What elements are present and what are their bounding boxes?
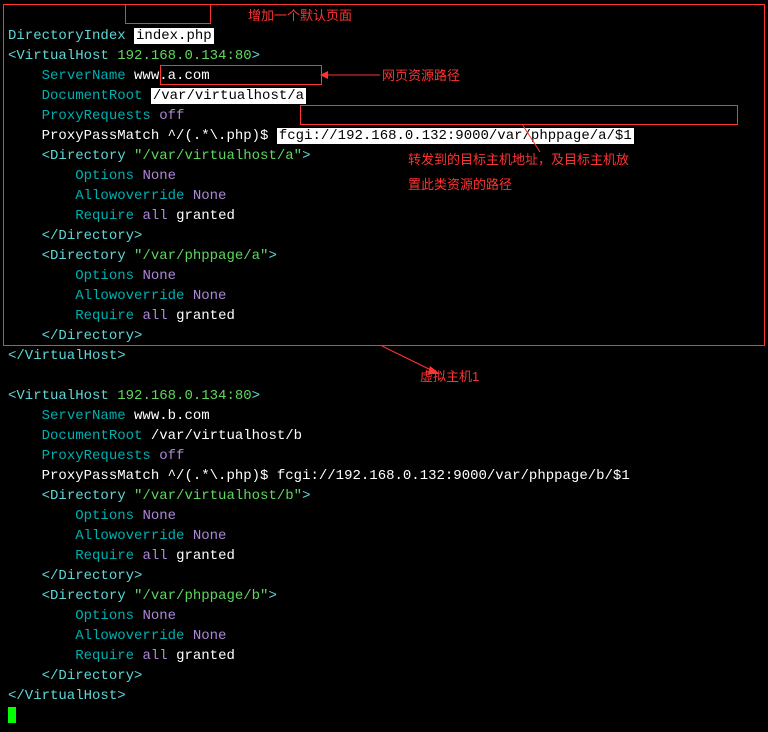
annotation-vhost1: 虚拟主机1: [420, 367, 479, 387]
annotation-proxy-line1: 转发到的目标主机地址，及目标主机放: [408, 150, 629, 170]
vhost-close: </VirtualHost>: [8, 348, 126, 364]
vhost-open: <VirtualHost: [8, 48, 109, 64]
annotation-webroot: 网页资源路径: [382, 66, 460, 86]
value-highlight: index.php: [134, 28, 214, 44]
cursor: [8, 707, 16, 723]
directive: ProxyRequests: [42, 108, 151, 124]
config-code: DirectoryIndex index.php <VirtualHost 19…: [0, 0, 768, 732]
vhost-close: </VirtualHost>: [8, 688, 126, 704]
vhost-addr: 192.168.0.134:80: [117, 48, 251, 64]
directive: DirectoryIndex: [8, 28, 126, 44]
vhost-open: <VirtualHost: [8, 388, 109, 404]
directive: DocumentRoot: [42, 88, 143, 104]
vhost-addr: 192.168.0.134:80: [117, 388, 251, 404]
proxy-target-highlight: fcgi://192.168.0.132:9000/var/phppage/a/…: [277, 128, 634, 144]
directive: ServerName: [42, 68, 126, 84]
directive: ProxyPassMatch: [42, 128, 160, 144]
docroot-highlight: /var/virtualhost/a: [151, 88, 306, 104]
annotation-default-page: 增加一个默认页面: [248, 6, 352, 26]
annotation-proxy-line2: 置此类资源的路径: [408, 175, 512, 195]
